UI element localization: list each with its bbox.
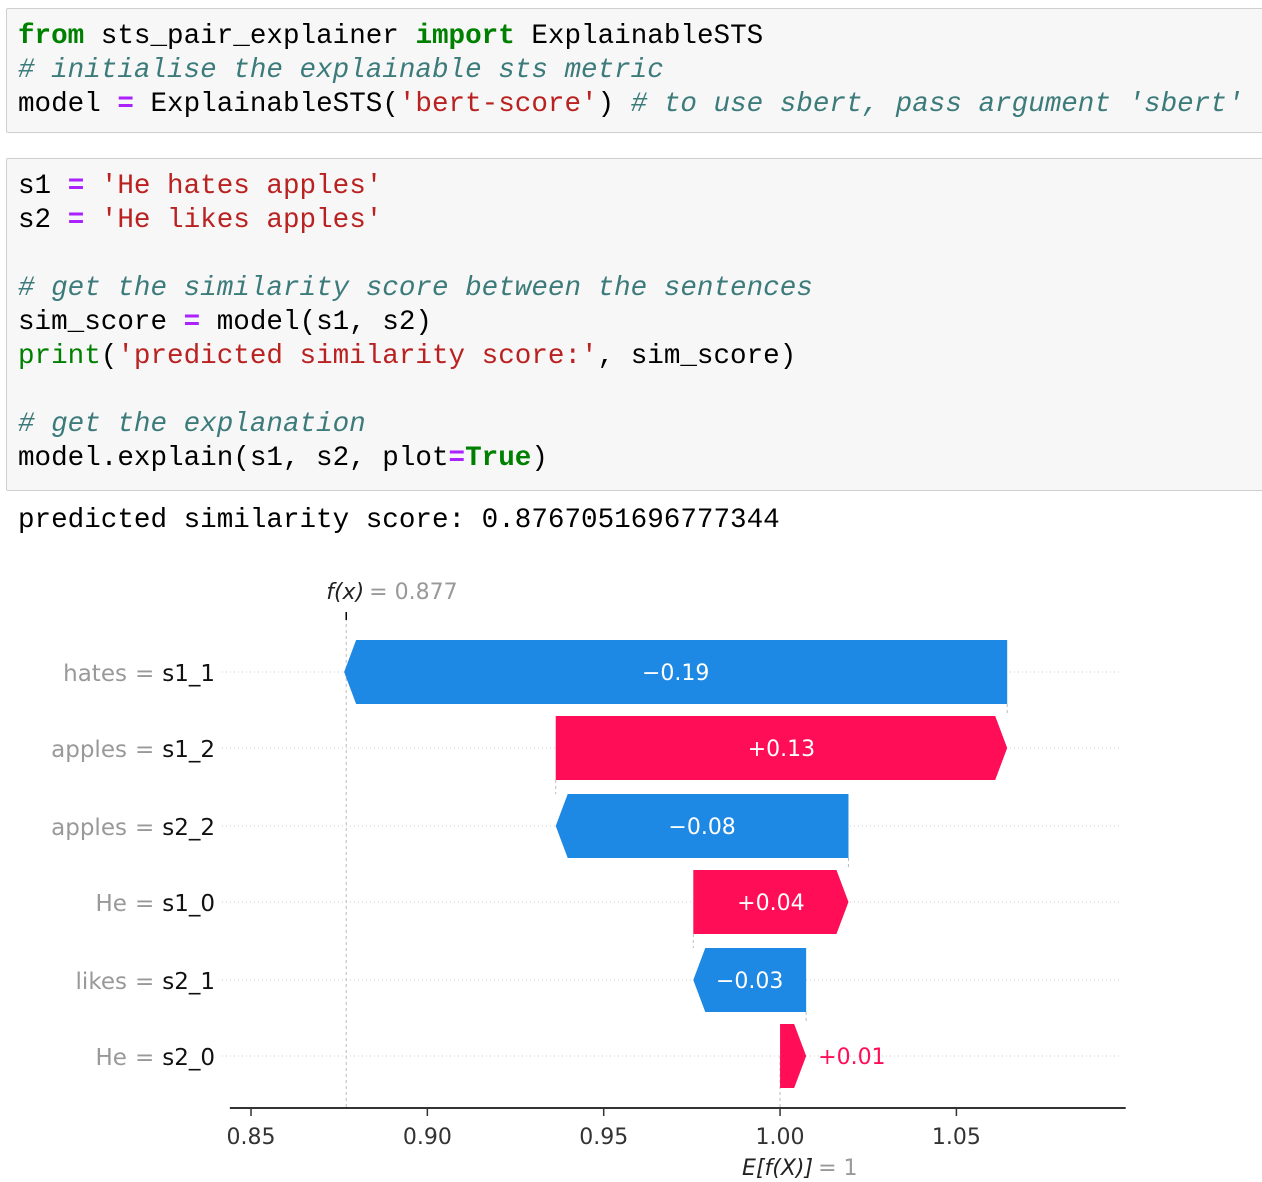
operator-token: = <box>67 205 85 236</box>
base-symbol: E[f(X)] <box>742 1156 813 1181</box>
bar-value-label: −0.03 <box>716 969 783 994</box>
code-token: ( <box>100 341 118 372</box>
string-token: 'bert-score' <box>398 89 598 120</box>
code-token: s2 <box>18 205 68 236</box>
output-value-label: f(x) = 0.877 <box>326 580 457 605</box>
equals-sign: = <box>135 737 154 763</box>
code-line: # get the explanation <box>18 408 1262 442</box>
x-tick-label: 0.90 <box>403 1125 452 1150</box>
feature-token: apples <box>51 737 127 763</box>
feature-name: s1_0 <box>162 891 215 917</box>
comment-token: # get the explanation <box>18 409 366 440</box>
operator-token: = <box>448 443 466 474</box>
output-symbol: f(x) <box>326 580 364 605</box>
equals-sign: = <box>135 891 154 917</box>
code-token: ExplainableSTS <box>514 21 764 52</box>
code-token: model.explain(s1, s2, plot <box>18 443 449 474</box>
feature-label: apples = s2_2 <box>51 815 215 841</box>
feature-token: He <box>96 1045 127 1071</box>
code-line: # get the similarity score between the s… <box>18 272 1262 306</box>
equals-sign: = <box>135 661 154 687</box>
equals-sign: = <box>135 815 154 841</box>
feature-name: s2_0 <box>162 1045 215 1071</box>
x-tick-label: 1.00 <box>756 1125 805 1150</box>
keyword-token: import <box>415 21 515 52</box>
feature-label: He = s1_0 <box>96 891 215 917</box>
feature-token: hates <box>63 661 127 687</box>
x-tick-label: 0.95 <box>579 1125 628 1150</box>
code-token: ExplainableSTS( <box>133 89 399 120</box>
feature-token: He <box>96 891 127 917</box>
code-token: s1 <box>18 171 68 202</box>
feature-token: apples <box>51 815 127 841</box>
builtin-token: print <box>18 341 101 372</box>
feature-name: s1_2 <box>162 737 215 763</box>
x-tick-label: 0.85 <box>227 1125 276 1150</box>
feature-token: likes <box>76 969 127 995</box>
base-value-label: E[f(X)] = 1 <box>742 1156 858 1181</box>
feature-label: hates = s1_1 <box>63 661 215 687</box>
code-token: ) <box>531 443 548 474</box>
code-line: print('predicted similarity score:', sim… <box>18 340 1262 374</box>
operator-token: = <box>183 307 201 338</box>
operator-token: = <box>117 89 134 120</box>
comment-token: # to use sbert, pass argument 'sbert' <box>630 89 1244 120</box>
code-token: sim_score <box>18 307 184 338</box>
bar-value-label: −0.19 <box>642 661 709 686</box>
feature-label: He = s2_0 <box>96 1045 215 1071</box>
feature-name: s2_2 <box>162 815 215 841</box>
comment-token: # initialise the explainable sts metric <box>18 55 664 86</box>
code-token: ) <box>597 89 631 120</box>
bar-value-label: +0.13 <box>748 737 815 762</box>
string-token: 'He likes apples' <box>100 205 383 236</box>
bar-value-label: +0.01 <box>818 1045 885 1070</box>
feature-name: s2_1 <box>162 969 215 995</box>
code-line: s2 = 'He likes apples' <box>18 204 1262 238</box>
string-token: 'predicted similarity score:' <box>117 341 598 372</box>
code-line: model = ExplainableSTS('bert-score') # t… <box>18 88 1262 122</box>
code-cell-1[interactable]: from sts_pair_explainer import Explainab… <box>6 8 1262 133</box>
code-token: , sim_score) <box>597 341 797 372</box>
code-line: from sts_pair_explainer import Explainab… <box>18 20 1262 54</box>
bar-value-label: −0.08 <box>668 815 735 840</box>
code-line: # initialise the explainable sts metric <box>18 54 1262 88</box>
operator-token: = <box>67 171 85 202</box>
waterfall-bar <box>780 1024 807 1088</box>
keyword-token: True <box>465 443 532 474</box>
string-token: 'He hates apples' <box>100 171 383 202</box>
code-line: sim_score = model(s1, s2) <box>18 306 1262 340</box>
output-value: = 0.877 <box>369 580 457 605</box>
base-value: = 1 <box>818 1156 857 1181</box>
code-token: model <box>18 89 118 120</box>
keyword-token: from <box>18 21 85 52</box>
code-cell-2[interactable]: s1 = 'He hates apples' s2 = 'He likes app… <box>6 158 1262 491</box>
bar-value-label: +0.04 <box>737 891 804 916</box>
code-token: model(s1, s2) <box>200 307 432 338</box>
cell-output-text: predicted similarity score: 0.8767051696… <box>18 505 780 536</box>
feature-label: likes = s2_1 <box>76 969 215 995</box>
code-token: sts_pair_explainer <box>84 21 416 52</box>
equals-sign: = <box>135 1045 154 1071</box>
waterfall-chart: −0.19 hates = s1_1 +0.13 apples = s1_2 −0.08 appl… <box>51 580 1126 1181</box>
feature-name: s1_1 <box>162 661 215 687</box>
code-line: s1 = 'He hates apples' <box>18 170 1262 204</box>
equals-sign: = <box>135 969 154 995</box>
x-tick-label: 1.05 <box>932 1125 981 1150</box>
feature-label: apples = s1_2 <box>51 737 215 763</box>
code-line: model.explain(s1, s2, plot=True) <box>18 442 1262 476</box>
comment-token: # get the similarity score between the s… <box>18 273 813 304</box>
